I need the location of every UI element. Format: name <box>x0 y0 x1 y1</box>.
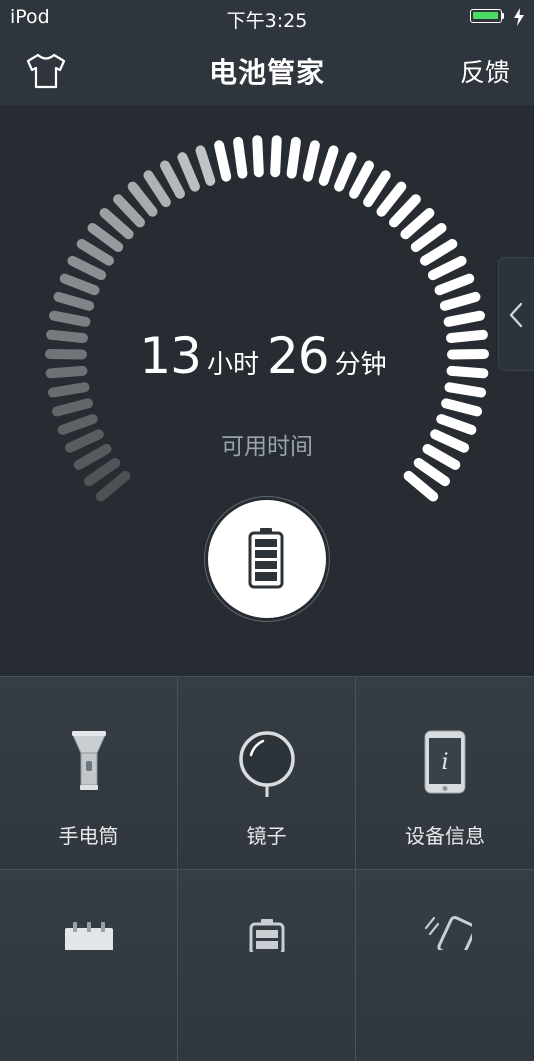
gauge-tick <box>302 140 320 182</box>
gauge-tick <box>444 382 487 398</box>
mirror-icon <box>238 731 295 797</box>
side-drawer-tab[interactable] <box>498 257 534 371</box>
gauge-tick <box>427 255 467 281</box>
gauge-tick <box>376 181 407 217</box>
gauge-tick <box>439 291 481 311</box>
tools-grid: 手电筒 镜子 i 设备信息 <box>0 676 534 1061</box>
svg-text:i: i <box>441 750 448 775</box>
battery-gauge: 13 小时 26 分钟 可用时间 <box>0 107 534 675</box>
gauge-tick <box>113 194 145 228</box>
gauge-tick <box>160 160 185 199</box>
gauge-tick <box>87 223 124 252</box>
gauge-tick <box>286 136 301 179</box>
remaining-time: 13 小时 26 分钟 <box>0 327 534 385</box>
status-bar: iPod 下午3:25 <box>0 0 534 36</box>
status-battery-icon <box>470 9 506 25</box>
gauge-tick <box>177 152 200 192</box>
gauge-tick <box>59 273 100 296</box>
tool-device-info[interactable]: i 设备信息 <box>356 677 534 869</box>
gauge-tick <box>349 160 374 199</box>
charging-bolt-icon <box>514 8 524 26</box>
tool-label: 设备信息 <box>405 824 485 848</box>
gauge-tick <box>270 135 282 178</box>
tool-label: 手电筒 <box>58 824 119 848</box>
gauge-tick <box>413 457 450 487</box>
tool-battery-check[interactable] <box>178 869 356 1061</box>
page-title: 电池管家 <box>208 56 325 89</box>
gauge-tick <box>334 152 357 192</box>
gauge-tick <box>441 398 483 417</box>
gauge-tick <box>195 145 216 186</box>
gauge-tick <box>84 457 121 487</box>
gauge-tick <box>76 239 114 266</box>
flashlight-icon <box>71 731 106 790</box>
gauge-tick <box>420 239 458 266</box>
minutes-unit: 分钟 <box>334 350 387 380</box>
tool-calendar[interactable] <box>0 869 178 1061</box>
gauge-tick <box>143 170 171 208</box>
tool-mirror[interactable]: 镜子 <box>178 677 356 869</box>
gauge-tick <box>389 194 421 228</box>
gauge-tick <box>410 223 447 252</box>
chevron-left-icon <box>509 302 523 328</box>
gauge-tick <box>403 470 439 502</box>
minutes-value: 26 <box>267 327 330 385</box>
battery-icon <box>249 919 285 952</box>
gauge-tick <box>400 208 435 240</box>
hours-unit: 小时 <box>206 350 259 380</box>
gauge-tick <box>47 382 90 398</box>
gauge-tick <box>233 136 248 179</box>
battery-button[interactable] <box>208 500 326 618</box>
tool-label: 镜子 <box>246 824 287 848</box>
tool-rotation[interactable] <box>356 869 534 1061</box>
status-time: 下午3:25 <box>226 10 308 32</box>
gauge-tick <box>318 145 339 186</box>
gauge-tick <box>49 310 91 327</box>
gauge-tick <box>214 140 232 182</box>
tool-flashlight[interactable]: 手电筒 <box>0 677 178 869</box>
gauge-tick <box>67 255 107 281</box>
gauge-tick <box>51 398 93 417</box>
gauge-tick <box>363 170 391 208</box>
gauge-tick <box>252 135 264 178</box>
gauge-tick <box>443 310 485 327</box>
calendar-icon <box>65 922 113 950</box>
gauge-tick <box>434 273 475 296</box>
gauge-tick <box>95 470 131 502</box>
gauge-tick <box>53 291 95 311</box>
nav-bar: 电池管家 反馈 <box>0 36 534 107</box>
device-info-icon: i <box>424 730 466 794</box>
tilt-phone-icon <box>424 916 472 950</box>
available-time-label: 可用时间 <box>221 434 313 460</box>
feedback-button[interactable]: 反馈 <box>460 53 510 89</box>
gauge-tick <box>127 181 158 217</box>
gauge-tick <box>99 208 134 240</box>
battery-icon <box>248 528 284 589</box>
hours-value: 13 <box>139 327 202 385</box>
